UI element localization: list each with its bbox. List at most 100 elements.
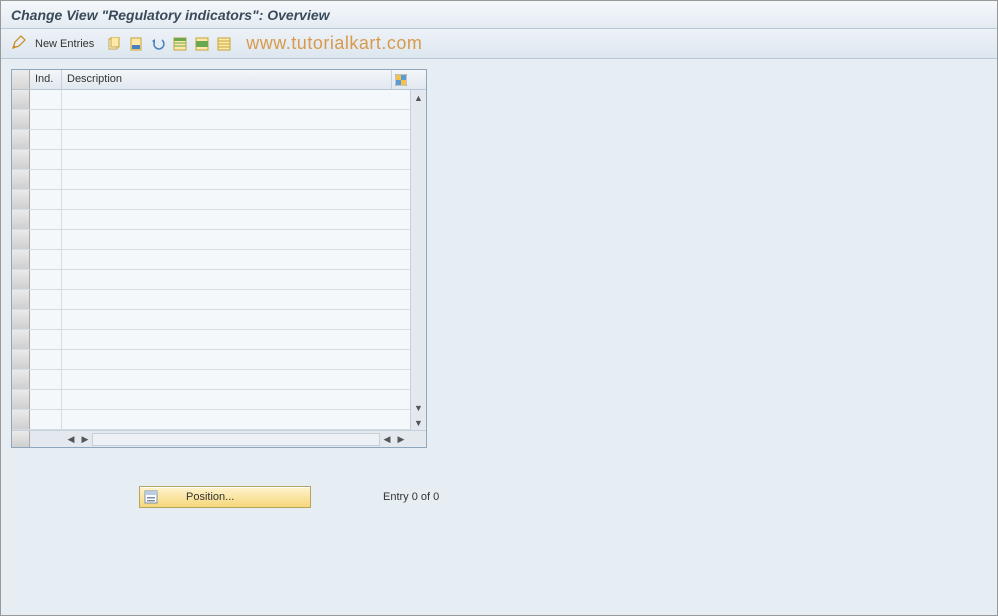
position-icon [144, 490, 158, 504]
cell-ind[interactable] [30, 370, 62, 389]
table-body: ▲ ▼ ▼ [12, 90, 426, 430]
table-row[interactable] [12, 330, 410, 350]
cell-description[interactable] [62, 150, 410, 169]
table-row[interactable] [12, 230, 410, 250]
table-settings-button[interactable] [392, 70, 410, 89]
scroll-up-icon[interactable]: ▲ [411, 90, 426, 105]
deselect-icon[interactable] [216, 36, 232, 52]
cell-ind[interactable] [30, 410, 62, 429]
title-bar: Change View "Regulatory indicators": Ove… [1, 1, 997, 29]
row-selector[interactable] [12, 350, 30, 369]
hscroll-corner-left [12, 431, 30, 447]
table-row[interactable] [12, 130, 410, 150]
cell-ind[interactable] [30, 110, 62, 129]
table-row[interactable] [12, 110, 410, 130]
cell-ind[interactable] [30, 250, 62, 269]
scroll-left-icon[interactable]: ◀ [64, 433, 78, 446]
undo-icon[interactable] [150, 36, 166, 52]
scroll-right-inner-icon[interactable]: ▶ [78, 433, 92, 446]
cell-ind[interactable] [30, 150, 62, 169]
scroll-left-inner-icon[interactable]: ◀ [380, 433, 394, 446]
table-row[interactable] [12, 290, 410, 310]
cell-ind[interactable] [30, 330, 62, 349]
table-row[interactable] [12, 350, 410, 370]
watermark-text: www.tutorialkart.com [246, 33, 422, 54]
row-selector[interactable] [12, 330, 30, 349]
new-entries-button[interactable]: New Entries [35, 38, 94, 50]
cell-description[interactable] [62, 410, 410, 429]
toggle-change-icon[interactable] [11, 34, 27, 53]
cell-description[interactable] [62, 110, 410, 129]
table-row[interactable] [12, 410, 410, 430]
row-selector[interactable] [12, 210, 30, 229]
select-all-rows-button[interactable] [12, 70, 30, 89]
table-row[interactable] [12, 310, 410, 330]
vertical-scrollbar[interactable]: ▲ ▼ ▼ [410, 90, 426, 430]
cell-ind[interactable] [30, 270, 62, 289]
row-selector[interactable] [12, 230, 30, 249]
cell-description[interactable] [62, 390, 410, 409]
row-selector[interactable] [12, 290, 30, 309]
table-row[interactable] [12, 250, 410, 270]
row-selector[interactable] [12, 250, 30, 269]
entry-counter: Entry 0 of 0 [383, 491, 439, 503]
cell-description[interactable] [62, 210, 410, 229]
cell-description[interactable] [62, 330, 410, 349]
horizontal-scrollbar[interactable]: ◀ ▶ ◀ ▶ [62, 431, 410, 447]
cell-ind[interactable] [30, 310, 62, 329]
cell-ind[interactable] [30, 130, 62, 149]
table-row[interactable] [12, 150, 410, 170]
cell-description[interactable] [62, 350, 410, 369]
table-header: Ind. Description [12, 70, 426, 90]
cell-ind[interactable] [30, 230, 62, 249]
cell-description[interactable] [62, 230, 410, 249]
cell-description[interactable] [62, 290, 410, 309]
cell-ind[interactable] [30, 90, 62, 109]
row-selector[interactable] [12, 150, 30, 169]
cell-ind[interactable] [30, 210, 62, 229]
cell-ind[interactable] [30, 350, 62, 369]
cell-description[interactable] [62, 130, 410, 149]
cell-description[interactable] [62, 310, 410, 329]
cell-description[interactable] [62, 190, 410, 209]
table-row[interactable] [12, 270, 410, 290]
table-row[interactable] [12, 170, 410, 190]
row-selector[interactable] [12, 270, 30, 289]
scroll-down-icon[interactable]: ▼ [411, 415, 426, 430]
cell-description[interactable] [62, 90, 410, 109]
table-row[interactable] [12, 210, 410, 230]
page-title: Change View "Regulatory indicators": Ove… [11, 7, 330, 23]
row-selector[interactable] [12, 370, 30, 389]
select-block-icon[interactable] [194, 36, 210, 52]
table-row[interactable] [12, 190, 410, 210]
cell-description[interactable] [62, 270, 410, 289]
scroll-right-icon[interactable]: ▶ [394, 433, 408, 446]
hscroll-track[interactable] [92, 433, 380, 446]
cell-ind[interactable] [30, 290, 62, 309]
row-selector[interactable] [12, 170, 30, 189]
cell-ind[interactable] [30, 170, 62, 189]
cell-ind[interactable] [30, 190, 62, 209]
cell-ind[interactable] [30, 390, 62, 409]
row-selector[interactable] [12, 390, 30, 409]
copy-icon[interactable] [106, 36, 122, 52]
row-selector[interactable] [12, 110, 30, 129]
table-row[interactable] [12, 90, 410, 110]
cell-description[interactable] [62, 250, 410, 269]
select-all-icon[interactable] [172, 36, 188, 52]
cell-description[interactable] [62, 170, 410, 189]
row-selector[interactable] [12, 130, 30, 149]
table-row[interactable] [12, 370, 410, 390]
row-selector[interactable] [12, 190, 30, 209]
row-selector[interactable] [12, 410, 30, 429]
footer-row: Position... Entry 0 of 0 [11, 486, 987, 508]
row-selector[interactable] [12, 310, 30, 329]
table-row[interactable] [12, 390, 410, 410]
column-header-description[interactable]: Description [62, 70, 392, 89]
position-button[interactable]: Position... [139, 486, 311, 508]
row-selector[interactable] [12, 90, 30, 109]
scroll-down-icon[interactable]: ▼ [411, 400, 426, 415]
column-header-ind[interactable]: Ind. [30, 70, 62, 89]
delete-icon[interactable] [128, 36, 144, 52]
cell-description[interactable] [62, 370, 410, 389]
